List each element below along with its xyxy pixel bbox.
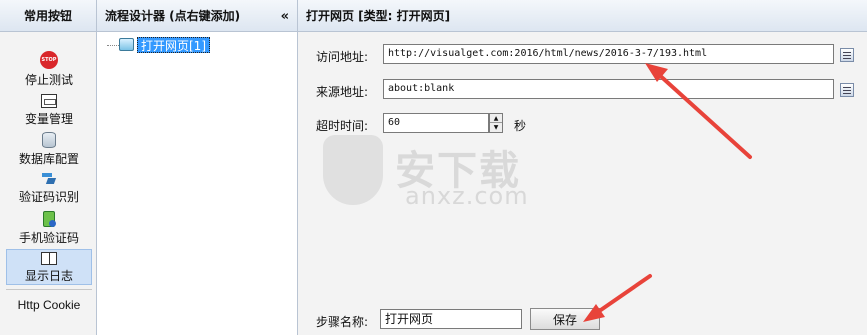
toolbox-title: 常用按钮 xyxy=(0,0,96,32)
timeout-unit: 秒 xyxy=(514,119,527,133)
watermark-text-en: anxz.com xyxy=(405,182,529,210)
url-picker-icon[interactable] xyxy=(840,48,854,62)
tree-node-open-webpage[interactable]: 打开网页[1] xyxy=(137,37,210,53)
flow-designer-panel[interactable]: 流程设计器 (点右键添加) « 打开网页[1] xyxy=(97,0,298,335)
phone-icon xyxy=(43,211,56,227)
database-config-button[interactable]: 数据库配置 xyxy=(6,132,92,167)
stop-icon: STOP xyxy=(40,51,58,69)
stop-test-label: 停止测试 xyxy=(24,73,73,87)
variable-manager-button[interactable]: 变量管理 xyxy=(6,94,92,127)
stepper-up-icon[interactable]: ▲ xyxy=(490,114,502,123)
timeout-stepper[interactable]: ▲ ▼ xyxy=(489,113,503,133)
sms-code-button[interactable]: 手机验证码 xyxy=(6,211,92,246)
stepper-down-icon[interactable]: ▼ xyxy=(490,123,502,132)
stop-test-button[interactable]: STOP 停止测试 xyxy=(6,51,92,88)
http-cookie-button[interactable]: Http Cookie xyxy=(6,296,92,312)
collapse-button[interactable]: « xyxy=(281,9,289,24)
show-log-button[interactable]: 显示日志 xyxy=(6,249,92,285)
http-cookie-label: Http Cookie xyxy=(17,298,81,312)
step-name-label: 步骤名称: xyxy=(316,315,369,329)
referer-picker-icon[interactable] xyxy=(840,83,854,97)
captcha-button[interactable]: 验证码识别 xyxy=(6,172,92,205)
variable-manager-label: 变量管理 xyxy=(24,112,73,126)
referer-label: 来源地址: xyxy=(316,85,369,99)
toolbox-panel: 常用按钮 STOP 停止测试 变量管理 数据库配置 验证码识别 手机验证码 显示… xyxy=(0,0,97,335)
url-label: 访问地址: xyxy=(316,50,369,64)
timeout-input[interactable]: 60 xyxy=(383,113,489,133)
watermark-shield-icon xyxy=(323,135,383,205)
show-log-label: 显示日志 xyxy=(24,269,73,283)
toolbox-divider xyxy=(6,289,92,290)
webpage-node-icon xyxy=(119,38,134,51)
tree-connector xyxy=(107,45,119,46)
log-icon xyxy=(41,252,57,265)
database-config-label: 数据库配置 xyxy=(18,152,79,166)
referer-input[interactable]: about:blank xyxy=(383,79,834,99)
captcha-label: 验证码识别 xyxy=(18,190,79,204)
flow-designer-header: 流程设计器 (点右键添加) « xyxy=(97,0,297,32)
properties-title: 打开网页 [类型: 打开网页] xyxy=(298,0,867,32)
step-name-input[interactable]: 打开网页 xyxy=(380,309,522,329)
flow-designer-title: 流程设计器 (点右键添加) xyxy=(105,9,241,23)
sms-code-label: 手机验证码 xyxy=(18,231,79,245)
timeout-label: 超时时间: xyxy=(316,119,369,133)
save-button[interactable]: 保存 xyxy=(530,308,600,330)
variable-icon xyxy=(41,94,57,108)
database-icon xyxy=(42,132,56,148)
url-input[interactable]: http://visualget.com:2016/html/news/2016… xyxy=(383,44,834,64)
captcha-icon xyxy=(40,172,58,186)
